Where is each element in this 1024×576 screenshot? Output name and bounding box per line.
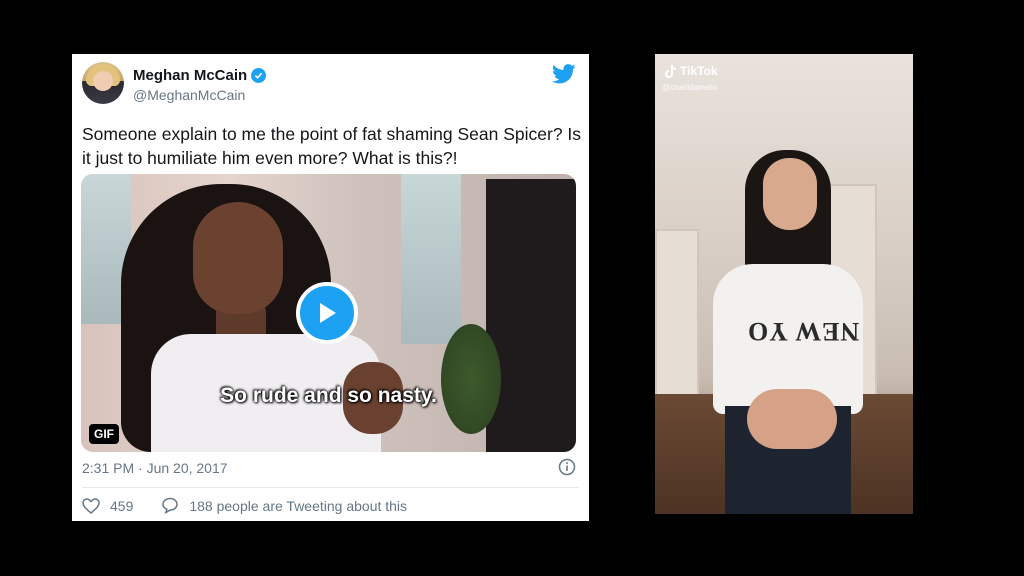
gif-media[interactable]: So rude and so nasty. GIF: [81, 174, 576, 452]
tiktok-video[interactable]: NEW YO TikTok @charlidamelio: [655, 54, 913, 514]
avatar[interactable]: [82, 62, 124, 104]
twitter-bird-icon[interactable]: [552, 64, 576, 84]
like-count[interactable]: 459: [110, 498, 133, 514]
gif-caption: So rude and so nasty.: [220, 384, 437, 407]
tweet-card[interactable]: Meghan McCain @MeghanMcCain Someone expl…: [72, 54, 589, 521]
dancer-face: [763, 158, 817, 230]
tiktok-note-icon: [665, 64, 676, 78]
dancer-arms: [747, 389, 837, 449]
play-button[interactable]: [296, 282, 358, 344]
tweet-actions: 459 188 people are Tweeting about this: [82, 497, 407, 514]
tiktok-username: @charlidamelio: [662, 83, 718, 92]
verified-badge-icon: [251, 68, 267, 83]
reply-bubble-icon[interactable]: [161, 497, 179, 514]
author-name[interactable]: Meghan McCain: [133, 67, 247, 84]
play-icon: [320, 303, 336, 323]
background-door: [655, 229, 699, 403]
tiktok-logo: TikTok: [665, 64, 718, 78]
author-handle[interactable]: @MeghanMcCain: [133, 87, 245, 103]
tiktok-logo-text: TikTok: [680, 64, 718, 78]
heart-icon[interactable]: [82, 497, 100, 514]
tweet-timestamp[interactable]: 2:31 PM · Jun 20, 2017: [82, 460, 228, 476]
divider: [82, 487, 579, 488]
author-row: Meghan McCain: [133, 67, 267, 84]
tweet-text: Someone explain to me the point of fat s…: [82, 124, 582, 168]
info-icon[interactable]: [558, 458, 576, 476]
gif-badge: GIF: [89, 424, 119, 444]
shirt-text: NEW YO: [747, 317, 860, 346]
conversation-link[interactable]: 188 people are Tweeting about this: [189, 498, 407, 514]
